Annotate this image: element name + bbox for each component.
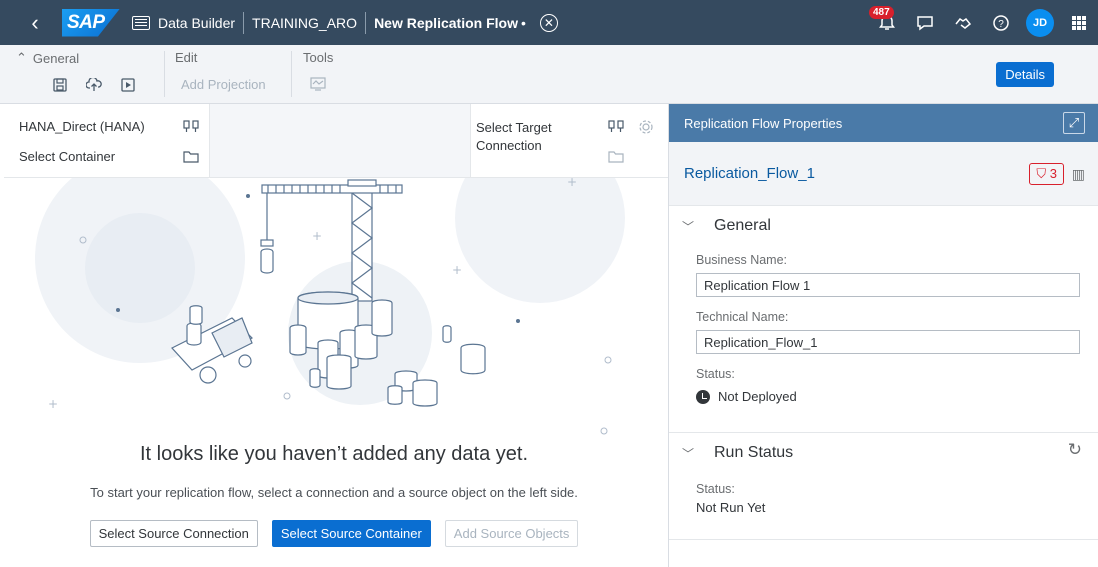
sap-logo[interactable]: SAP [62, 8, 120, 37]
back-button[interactable]: ‹ [20, 10, 50, 36]
source-container-row[interactable]: Select Container [19, 149, 199, 164]
chevron-down-icon: ﹀ [682, 446, 695, 461]
toolbar-divider [164, 51, 165, 97]
svg-text:+: + [312, 229, 322, 243]
target-connection-label[interactable]: Select Target Connection [476, 119, 556, 155]
toolbar-divider [291, 51, 292, 97]
toolbar-group-label[interactable]: ⌃ General [16, 50, 137, 66]
select-source-connection-button[interactable]: Select Source Connection [89, 520, 258, 547]
page-title: New Replication Flow [374, 14, 518, 31]
connection-icon[interactable] [608, 120, 624, 134]
general-section-toggle[interactable]: ﹀ General [669, 211, 1098, 241]
shell-bar: ‹ SAP Data Builder TRAINING_ARO New Repl… [0, 0, 1098, 45]
run-status-section: ﹀ Run Status ↻ Status: Not Run Yet [669, 433, 1098, 540]
breadcrumb-space[interactable]: TRAINING_ARO [252, 15, 357, 31]
run-icon[interactable] [119, 76, 137, 94]
clock-icon [696, 389, 710, 404]
folder-icon[interactable] [608, 150, 624, 163]
product-switch-button[interactable] [1060, 0, 1098, 45]
refresh-icon[interactable]: ↻ [1068, 440, 1082, 460]
shell-actions: 487 ? JD [868, 0, 1098, 45]
table-icon[interactable]: ▥ [1072, 166, 1085, 183]
toolbar-group-edit: Edit Add Projection [175, 50, 266, 92]
business-name-input[interactable] [696, 273, 1080, 297]
technical-name-input[interactable] [696, 330, 1080, 354]
replication-canvas: HANA_Direct (HANA) Select Container Sele… [0, 104, 668, 567]
validation-button[interactable]: ⛉ 3 [1029, 163, 1064, 185]
select-source-container-button[interactable]: Select Source Container [271, 520, 431, 547]
source-container-label: Select Container [19, 149, 116, 164]
chevron-down-icon: ﹀ [682, 219, 695, 234]
close-icon[interactable]: ✕ [539, 13, 558, 32]
breadcrumb-data-builder[interactable]: Data Builder [158, 15, 235, 31]
validation-count: 3 [1049, 166, 1057, 181]
general-section-title: General [714, 217, 771, 234]
properties-panel: Replication Flow Properties ⤢ Replicatio… [668, 104, 1098, 567]
business-name-label: Business Name: [696, 253, 788, 267]
tools-label: Tools [303, 50, 334, 65]
unsaved-indicator: • [520, 14, 526, 31]
svg-text:+: + [452, 263, 462, 277]
properties-title: Replication Flow Properties [684, 115, 843, 131]
save-icon[interactable] [51, 76, 69, 94]
source-connection-panel: HANA_Direct (HANA) Select Container [4, 104, 210, 178]
empty-state-actions: Select Source Connection Select Source C… [0, 520, 668, 547]
svg-text:?: ? [998, 19, 1004, 30]
toolbar-group-general: ⌃ General [16, 50, 137, 94]
grid-icon [1072, 15, 1086, 30]
deployment-status-value: Not Deployed [718, 389, 797, 404]
expand-icon[interactable]: ⤢ [1063, 112, 1085, 134]
breadcrumb-separator [243, 11, 245, 34]
run-status-section-title: Run Status [714, 444, 794, 461]
target-connection-panel: Select Target Connection [470, 104, 668, 178]
source-connection-label: HANA_Direct (HANA) [19, 119, 145, 134]
handshake-icon [955, 17, 972, 29]
object-header: Replication_Flow_1 ⛉ 3 ▥ [669, 142, 1098, 206]
canvas-header-gap [210, 104, 470, 178]
edit-label: Edit [175, 50, 198, 65]
add-source-objects-button[interactable]: Add Source Objects [444, 520, 579, 547]
settings-icon[interactable] [638, 119, 654, 135]
source-connection-row[interactable]: HANA_Direct (HANA) [19, 119, 199, 134]
general-label: General [32, 50, 80, 66]
empty-state-title: It looks like you haven’t added any data… [139, 443, 529, 465]
notification-badge: 487 [869, 6, 894, 19]
deploy-icon[interactable] [85, 76, 103, 94]
run-status-label: Status: [696, 482, 735, 496]
details-button[interactable]: Details [996, 62, 1054, 87]
status-label: Status: [696, 367, 735, 381]
svg-text:+: + [567, 178, 577, 189]
shield-icon: ⛉ [1036, 166, 1047, 181]
object-name: Replication_Flow_1 [684, 165, 815, 182]
toolbar-group-tools: Tools [303, 50, 333, 93]
editor-toolbar: ⌃ General Edit Add Projection Tools Detai… [0, 45, 1098, 104]
run-status-section-toggle[interactable]: ﹀ Run Status [669, 438, 1098, 468]
deployment-status: Not Deployed [696, 389, 1098, 404]
chat-icon [917, 15, 933, 30]
help-icon: ? [993, 14, 1009, 31]
folder-icon[interactable] [183, 150, 199, 163]
properties-header: Replication Flow Properties ⤢ [669, 104, 1098, 142]
empty-state-subtitle: To start your replication flow, select a… [90, 485, 578, 500]
impact-lineage-icon[interactable] [309, 75, 327, 93]
notifications-button[interactable]: 487 [868, 0, 906, 45]
empty-state-illustration: + + + + [35, 178, 625, 435]
add-projection-button[interactable]: Add Projection [181, 77, 266, 92]
technical-name-label: Technical Name: [696, 310, 789, 324]
feedback-button[interactable] [906, 0, 944, 45]
svg-text:+: + [48, 397, 58, 411]
run-status-value: Not Run Yet [696, 500, 766, 515]
help-button[interactable]: ? [982, 0, 1020, 45]
general-section: ﹀General Business Name: Technical Name: … [669, 206, 1098, 433]
chevron-up-icon: ⌃ [16, 50, 27, 65]
connection-icon[interactable] [183, 119, 199, 134]
breadcrumb-separator [365, 11, 367, 34]
support-button[interactable] [944, 0, 982, 45]
logo-text: SAP [67, 11, 105, 33]
user-avatar[interactable]: JD [1026, 8, 1054, 37]
data-builder-icon [132, 15, 150, 30]
